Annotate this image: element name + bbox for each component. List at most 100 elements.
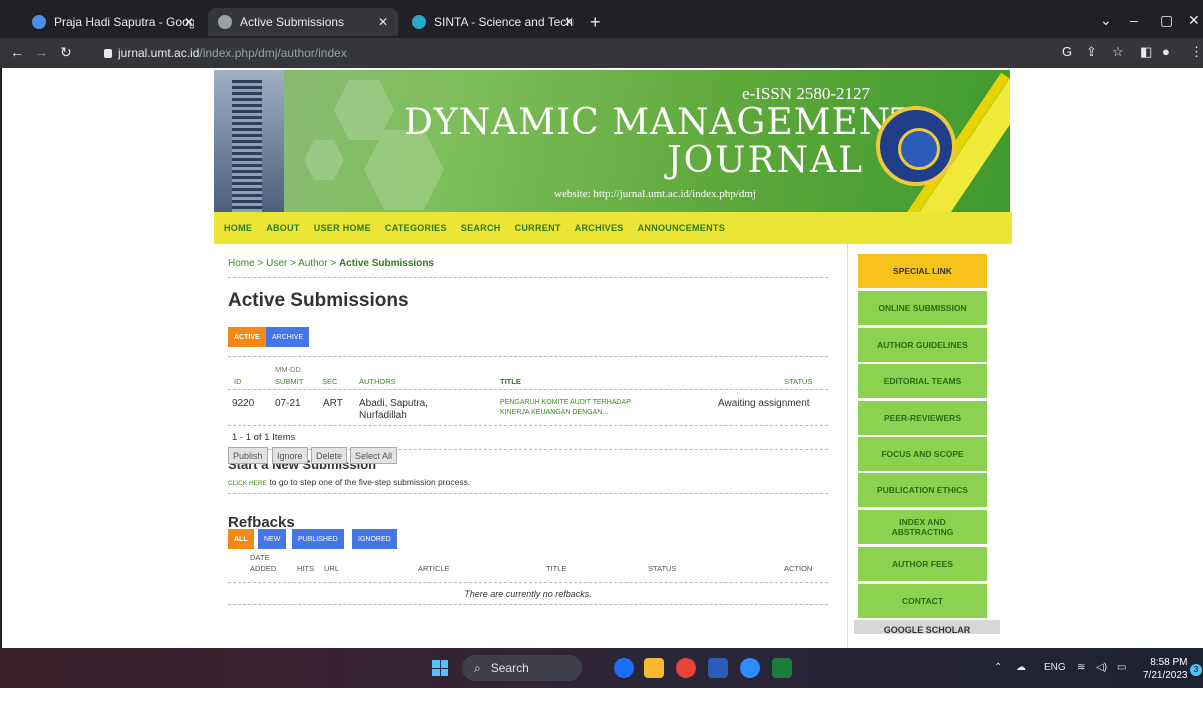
word-icon[interactable] — [708, 658, 728, 678]
menu-item-home[interactable]: HOME — [224, 223, 252, 233]
sidebar-google-scholar[interactable]: GOOGLE SCHOLAR — [854, 620, 1000, 634]
sidebar-label: INDEX AND — [899, 517, 946, 527]
menu-item-announcements[interactable]: ANNOUNCEMENTS — [638, 223, 725, 233]
column-header-date-line2[interactable]: SUBMIT — [275, 377, 303, 386]
taskbar-search-label: Search — [490, 661, 529, 675]
refbacks-empty-message: There are currently no refbacks. — [464, 589, 592, 599]
breadcrumb-current[interactable]: Active Submissions — [339, 258, 434, 269]
refback-tab-new[interactable]: New — [258, 529, 287, 549]
refback-tab-all[interactable]: All — [228, 529, 254, 549]
delete-button[interactable]: Delete — [311, 447, 348, 464]
sidepanel-icon[interactable]: ◧ — [1140, 44, 1152, 60]
address-bar[interactable]: jurnal.umt.ac.id/index.php/dmj/author/in… — [104, 42, 1044, 64]
taskbar-clock[interactable]: 8:58 PM 7/21/2023 — [1143, 656, 1188, 682]
menu-item-current[interactable]: CURRENT — [515, 223, 561, 233]
windows-start-icon[interactable] — [432, 660, 448, 676]
globe-icon — [218, 15, 232, 29]
tab-active-submissions[interactable]: Active Submissions ✕ — [208, 8, 398, 36]
breadcrumb-home[interactable]: Home — [228, 258, 255, 269]
refback-header-action: ACTION — [784, 564, 813, 573]
menu-icon[interactable]: ⋮ — [1190, 44, 1203, 60]
ignore-button[interactable]: Ignore — [272, 447, 308, 464]
column-header-authors[interactable]: AUTHORS — [359, 377, 396, 386]
google-icon[interactable]: G — [1062, 44, 1072, 59]
cell-title-line2[interactable]: KINERJA KEUANGAN DENGAN... — [500, 408, 608, 418]
tower-image — [214, 70, 284, 212]
menu-item-about[interactable]: ABOUT — [266, 223, 300, 233]
menu-item-user-home[interactable]: USER HOME — [314, 223, 371, 233]
restore-icon[interactable]: ▢ — [1160, 12, 1173, 29]
column-header-sec[interactable]: SEC — [322, 377, 337, 386]
google-scholar-icon — [32, 15, 46, 29]
refback-tab-ignored[interactable]: Ignored — [352, 529, 397, 549]
menu-item-search[interactable]: SEARCH — [461, 223, 501, 233]
notification-badge[interactable]: 3 — [1190, 664, 1202, 676]
breadcrumb-separator: > — [287, 258, 299, 269]
profile-icon[interactable]: ● — [1162, 44, 1170, 59]
journal-title-line2: JOURNAL — [667, 140, 864, 181]
sidebar-contact[interactable]: CONTACT — [858, 584, 987, 618]
divider — [228, 582, 828, 583]
tab-sinta[interactable]: SINTA - Science and Technology ✕ — [402, 8, 584, 36]
menu-item-archives[interactable]: ARCHIVES — [575, 223, 624, 233]
chrome-icon[interactable] — [676, 658, 696, 678]
divider — [228, 356, 828, 357]
tab-google-scholar[interactable]: Praja Hadi Saputra - Google Scho ✕ — [22, 8, 204, 36]
wifi-icon[interactable]: ≋ — [1077, 662, 1085, 673]
breadcrumb-author[interactable]: Author — [298, 258, 327, 269]
chevron-up-icon[interactable]: ⌃ — [994, 662, 1002, 673]
breadcrumb-user[interactable]: User — [266, 258, 287, 269]
column-header-status[interactable]: STATUS — [784, 377, 812, 386]
menu-item-categories[interactable]: CATEGORIES — [385, 223, 447, 233]
forward-icon[interactable]: → — [34, 44, 48, 60]
sidebar-publication-ethics[interactable]: PUBLICATION ETHICS — [858, 473, 987, 507]
page-viewport: e-ISSN 2580-2127 DYNAMIC MANAGEMENT JOUR… — [0, 68, 1203, 648]
battery-icon[interactable]: ▭ — [1117, 662, 1126, 673]
sidebar-author-guidelines[interactable]: AUTHOR GUIDELINES — [858, 328, 987, 362]
click-here-link[interactable]: CLICK HERE — [228, 480, 267, 487]
sinta-icon — [412, 15, 426, 29]
tab-archive[interactable]: Archive — [266, 327, 310, 347]
share-icon[interactable]: ⇪ — [1086, 44, 1097, 60]
sidebar-focus-and-scope[interactable]: FOCUS AND SCOPE — [858, 437, 987, 471]
minimize-icon[interactable]: – — [1130, 12, 1138, 28]
refback-header-date-line2: ADDED — [250, 564, 277, 573]
divider — [228, 493, 828, 494]
column-header-title[interactable]: TITLE — [500, 377, 521, 386]
sidebar-peer-reviewers[interactable]: PEER-REVIEWERS — [858, 401, 987, 435]
tab-active[interactable]: Active — [228, 327, 266, 347]
volume-icon[interactable]: ◁) — [1096, 662, 1107, 673]
excel-icon[interactable] — [772, 658, 792, 678]
refback-tab-published[interactable]: Published — [292, 529, 344, 549]
select-all-button[interactable]: Select All — [350, 447, 398, 464]
bing-icon[interactable] — [614, 658, 634, 678]
chevron-down-icon[interactable]: ⌄ — [1100, 12, 1112, 29]
journal-banner: e-ISSN 2580-2127 DYNAMIC MANAGEMENT JOUR… — [214, 70, 1010, 212]
taskbar-search[interactable]: ⌕ Search — [462, 655, 582, 681]
back-icon[interactable]: ← — [10, 44, 24, 60]
close-window-icon[interactable]: ✕ — [1188, 12, 1200, 29]
close-icon[interactable]: ✕ — [378, 15, 388, 29]
journal-title-line1: DYNAMIC MANAGEMENT — [404, 102, 917, 143]
breadcrumb-separator: > — [254, 258, 267, 269]
close-icon[interactable]: ✕ — [184, 15, 194, 29]
refback-header-title: TITLE — [546, 564, 567, 573]
sidebar-index-and-abstracting[interactable]: INDEX AND ABSTRACTING — [858, 510, 987, 544]
reload-icon[interactable]: ↻ — [60, 44, 72, 61]
cell-status: Awaiting assignment — [718, 398, 810, 409]
language-indicator[interactable]: ENG — [1044, 662, 1066, 673]
cloud-icon[interactable]: ☁ — [1016, 662, 1026, 673]
cell-title-line1[interactable]: PENGARUH KOMITE AUDIT TERHADAP — [500, 398, 631, 408]
file-explorer-icon[interactable] — [644, 658, 664, 678]
sidebar-special-link[interactable]: SPECIAL LINK — [858, 254, 987, 288]
publish-button[interactable]: Publish — [228, 447, 268, 464]
new-tab-icon[interactable]: + — [590, 12, 601, 33]
sidebar-author-fees[interactable]: AUTHOR FEES — [858, 547, 987, 581]
star-icon[interactable]: ☆ — [1112, 44, 1124, 60]
sidebar-online-submission[interactable]: ONLINE SUBMISSION — [858, 291, 987, 325]
close-icon[interactable]: ✕ — [564, 15, 574, 29]
sidebar-editorial-teams[interactable]: EDITORIAL TEAMS — [858, 364, 987, 398]
hexagon-decoration — [304, 140, 344, 180]
column-header-date-line1: MM-DD — [275, 365, 301, 374]
zoom-icon[interactable] — [740, 658, 760, 678]
